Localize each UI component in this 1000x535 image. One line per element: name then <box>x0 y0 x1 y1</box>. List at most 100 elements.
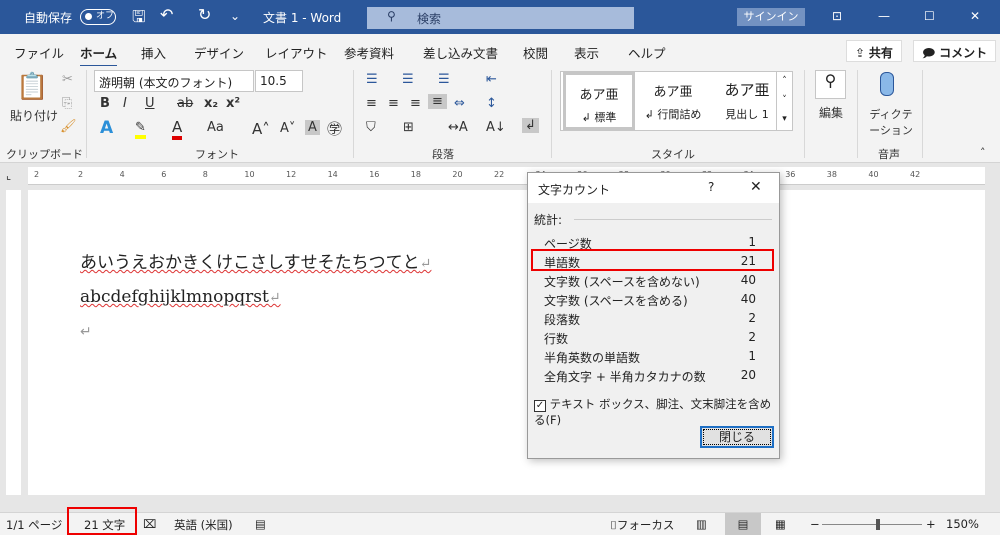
paste-button[interactable]: 貼り付け <box>10 107 58 124</box>
zoom-slider-thumb[interactable] <box>876 519 881 530</box>
help-icon[interactable]: ? <box>708 180 714 194</box>
web-layout-icon[interactable]: ▦ <box>775 517 786 531</box>
style-gallery-scroll[interactable]: ˄ ˅ ▾ <box>776 72 792 130</box>
strikethrough-icon[interactable]: ab <box>177 96 193 111</box>
tab-mailings[interactable]: 差し込み文書 <box>423 43 498 62</box>
share-button[interactable]: ⇪ 共有 <box>846 40 902 62</box>
group-clipboard: クリップボード <box>6 148 83 161</box>
read-mode-icon[interactable]: ▥ <box>696 517 707 531</box>
document-page[interactable]: あいうえおかきくけこさしすせそたちつてと↵ abcdefghijklmnopqr… <box>28 190 985 495</box>
zoom-level[interactable]: 150% <box>946 517 979 531</box>
cut-icon[interactable]: ✂ <box>62 72 73 87</box>
search-icon: ⚲ <box>387 9 396 23</box>
highlight-icon[interactable]: ✎ <box>135 120 146 139</box>
borders-icon[interactable]: ⊞ <box>403 120 414 135</box>
bold-icon[interactable]: B <box>100 96 110 111</box>
format-painter-icon[interactable]: 🖌 <box>60 119 77 134</box>
show-marks-icon[interactable]: ↲ <box>522 118 539 133</box>
bullets-icon[interactable]: ☰ <box>366 72 378 87</box>
close-icon[interactable]: ✕ <box>970 9 980 23</box>
tab-insert[interactable]: 挿入 <box>141 43 166 62</box>
undo-icon[interactable]: ↶ <box>160 5 173 24</box>
text-effects-icon[interactable]: A <box>100 118 113 138</box>
underline-icon[interactable]: U <box>145 96 155 111</box>
tab-selector[interactable]: ⌞ <box>6 169 11 182</box>
dictation-button[interactable]: ディクテーション <box>866 106 916 138</box>
copy-icon[interactable]: ⎘ <box>62 96 72 111</box>
font-color-icon[interactable]: A <box>172 118 183 140</box>
language[interactable]: 英語 (米国) <box>174 517 233 533</box>
ribbon-display-icon[interactable]: ⊡ <box>832 9 842 23</box>
autosave-toggle[interactable]: オフ <box>80 9 116 25</box>
tab-references[interactable]: 参考資料 <box>344 43 394 62</box>
proofing-icon[interactable]: ⌧ <box>143 517 156 531</box>
stat-value: 20 <box>740 368 756 382</box>
align-left-icon[interactable]: ≡ <box>366 96 377 111</box>
close-button[interactable]: 閉じる <box>700 426 774 448</box>
signin-button[interactable]: サインイン <box>737 8 805 26</box>
accessibility-icon[interactable]: ▤ <box>255 517 266 531</box>
shading-icon[interactable]: ⛉ <box>366 120 376 135</box>
share-icon: ⇪ <box>855 46 869 60</box>
tab-help[interactable]: ヘルプ <box>628 43 666 62</box>
font-name-combo[interactable]: 游明朝 (本文のフォント) <box>94 70 254 92</box>
grow-font-icon[interactable]: A˄ <box>252 120 270 138</box>
style-normal[interactable]: あア亜 ↲ 標準 <box>563 72 635 130</box>
line-spacing-icon[interactable]: ↕ <box>486 96 497 111</box>
page-count[interactable]: 1/1 ページ <box>6 517 62 533</box>
vertical-ruler[interactable] <box>6 190 21 495</box>
comment-button[interactable]: 🗩 コメント <box>913 40 997 62</box>
search-box[interactable]: ⚲ 検索 <box>367 7 634 29</box>
tab-view[interactable]: 表示 <box>574 43 599 62</box>
paste-icon[interactable]: 📋 <box>16 72 48 102</box>
document-line-1[interactable]: あいうえおかきくけこさしすせそたちつてと↵ <box>80 248 431 273</box>
tab-review[interactable]: 校閲 <box>523 43 548 62</box>
tab-file[interactable]: ファイル <box>14 43 64 62</box>
checkbox-icon[interactable]: ✓ <box>534 400 546 412</box>
print-layout-icon[interactable]: ▤ <box>725 513 761 535</box>
shrink-font-icon[interactable]: A˅ <box>280 121 295 136</box>
zoom-slider[interactable] <box>822 519 922 530</box>
align-center-icon[interactable]: ≡ <box>388 96 399 111</box>
maximize-icon[interactable]: ☐ <box>924 9 935 23</box>
tab-home[interactable]: ホーム <box>80 43 118 68</box>
minimize-icon[interactable]: — <box>878 9 890 23</box>
style-heading-1[interactable]: あア亜 見出し 1 <box>711 72 783 130</box>
autosave-label: 自動保存 <box>24 11 73 25</box>
sort-icon[interactable]: A↓ <box>486 120 506 135</box>
decrease-indent-icon[interactable]: ⇤ <box>486 72 497 87</box>
document-line-2[interactable]: abcdefghijklmnopqrst↵ <box>80 287 281 307</box>
stat-label: 半角英数の単語数 <box>544 351 641 365</box>
superscript-icon[interactable]: x² <box>226 96 240 111</box>
collapse-ribbon-icon[interactable]: ˄ <box>980 146 986 159</box>
microphone-icon[interactable] <box>880 72 894 96</box>
customize-icon[interactable]: ⌄ <box>230 9 240 23</box>
ruler-label: 40 <box>868 170 879 179</box>
tab-design[interactable]: デザイン <box>194 43 244 62</box>
tab-layout[interactable]: レイアウト <box>265 43 328 62</box>
zoom-out-icon[interactable]: − <box>810 517 820 531</box>
justify-icon[interactable]: ≡ <box>428 94 447 109</box>
italic-icon[interactable]: I <box>123 96 127 111</box>
find-icon[interactable]: ⚲ <box>815 70 846 99</box>
align-right-icon[interactable]: ≡ <box>410 96 421 111</box>
distributed-icon[interactable]: ⇔ <box>454 96 465 111</box>
edit-button[interactable]: 編集 <box>819 104 843 121</box>
save-icon[interactable]: 🖫 <box>132 6 146 33</box>
change-case-icon[interactable]: Aa <box>207 120 224 135</box>
enclose-characters-icon[interactable]: ㊫ <box>327 118 342 139</box>
focus-button[interactable]: ⌷フォーカス <box>610 517 674 533</box>
character-shading-icon[interactable]: A <box>305 120 320 135</box>
character-spacing-icon[interactable]: ↔A <box>448 120 468 135</box>
font-size-combo[interactable]: 10.5 <box>255 70 303 92</box>
paragraph-mark: ↵ <box>80 324 92 340</box>
subscript-icon[interactable]: x₂ <box>204 96 218 111</box>
redo-icon[interactable]: ↻ <box>198 5 211 24</box>
zoom-in-icon[interactable]: + <box>926 517 936 531</box>
style-no-spacing[interactable]: あア亜 ↲ 行間詰め <box>637 72 709 130</box>
close-icon[interactable]: ✕ <box>750 179 762 195</box>
numbering-icon[interactable]: ☰ <box>402 72 414 87</box>
include-textbox-checkbox[interactable]: ✓ テキスト ボックス、脚注、文末脚注を含める(F) <box>534 396 779 428</box>
horizontal-ruler[interactable]: 224681012141618202224262830323436384042 <box>28 167 985 185</box>
multilevel-list-icon[interactable]: ☰ <box>438 72 450 87</box>
